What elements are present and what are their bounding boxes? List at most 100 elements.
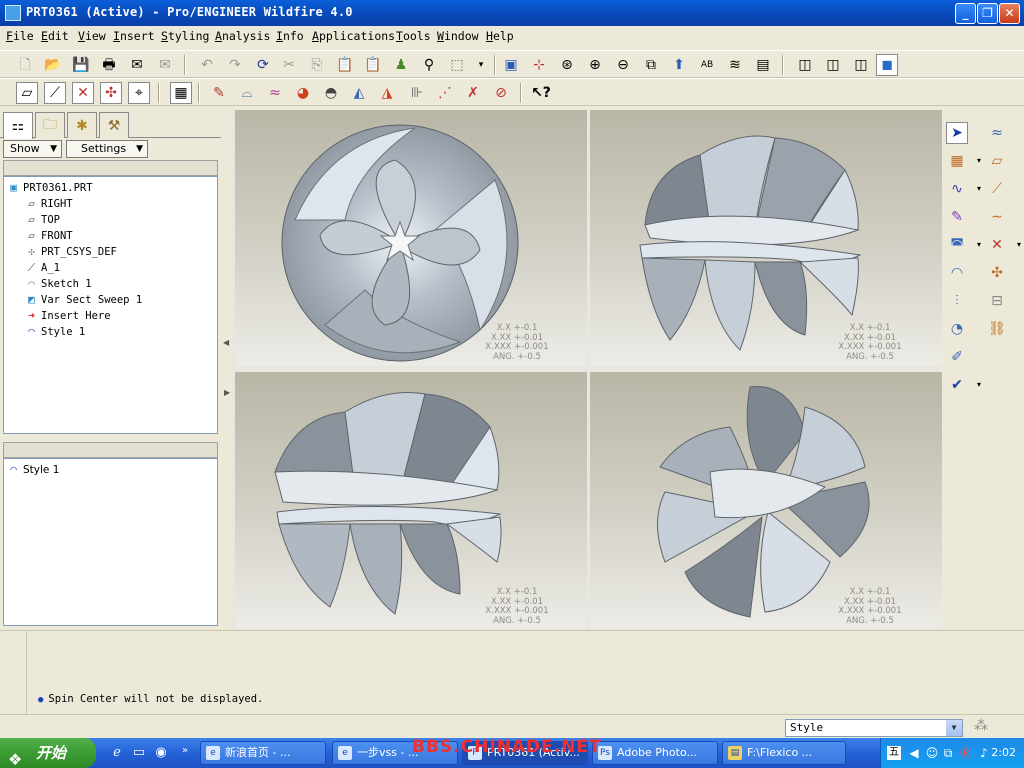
cut-icon[interactable]: ✂ bbox=[278, 54, 300, 76]
repaint-icon[interactable]: ▣ bbox=[500, 54, 522, 76]
paste-icon[interactable]: 📋 bbox=[334, 54, 356, 76]
copy-icon[interactable]: ⎘ bbox=[306, 54, 328, 76]
regenerate-icon[interactable]: ⟳ bbox=[252, 54, 274, 76]
sketch-curve-icon[interactable]: ∼ bbox=[986, 206, 1008, 228]
zoom-out-icon[interactable]: ⊖ bbox=[612, 54, 634, 76]
menu-edit[interactable]: Edit bbox=[41, 29, 69, 43]
edit-curve-icon[interactable]: ✎ bbox=[946, 206, 968, 228]
chevron-down-icon[interactable]: ▾ bbox=[968, 374, 990, 396]
qq-tray-icon[interactable]: ☺ bbox=[925, 746, 939, 760]
surface-edit-icon[interactable]: ≈ bbox=[986, 122, 1008, 144]
active-plane-icon[interactable]: ▦ bbox=[946, 150, 968, 172]
selection-filter[interactable]: Style ▼ bbox=[785, 719, 963, 737]
reorient-icon[interactable]: ⬆ bbox=[668, 54, 690, 76]
datum-points-toggle-icon[interactable]: ✕ bbox=[72, 82, 94, 104]
favorites-icon[interactable]: ✱ bbox=[67, 112, 97, 138]
tree-item-style[interactable]: ◠ Style 1 bbox=[24, 324, 85, 340]
media-quicklaunch-icon[interactable]: ◉ bbox=[152, 745, 170, 763]
menu-applications[interactable]: Applications bbox=[312, 29, 395, 43]
menu-help[interactable]: Help bbox=[486, 29, 514, 43]
slope-analysis-icon[interactable]: ◮ bbox=[376, 82, 398, 104]
save-icon[interactable]: 💾 bbox=[70, 54, 92, 76]
wireframe-icon[interactable]: ◫ bbox=[794, 54, 816, 76]
offset-analysis-icon[interactable]: ≈ bbox=[264, 82, 286, 104]
connect-surface-icon[interactable]: ◠ bbox=[946, 262, 968, 284]
curve-analysis-icon[interactable]: ⋰ bbox=[434, 82, 456, 104]
restore-button[interactable]: ❐ bbox=[977, 3, 998, 24]
antivirus-tray-icon[interactable]: Ⓡ bbox=[959, 746, 973, 760]
tree-item-csys[interactable]: ✣ PRT_CSYS_DEF bbox=[24, 244, 117, 260]
done-checkmark-icon[interactable]: ✔ bbox=[946, 374, 968, 396]
folder-browser-icon[interactable]: 🗀 bbox=[35, 112, 65, 138]
datum-point-icon[interactable]: ✕ bbox=[986, 234, 1008, 256]
datum-csys-icon[interactable]: ✣ bbox=[986, 262, 1008, 284]
settings-dropdown[interactable]: Settings ▼ bbox=[66, 140, 148, 158]
hidden-line-icon[interactable]: ◫ bbox=[822, 54, 844, 76]
taskbar-task[interactable]: e 新浪首页 - ... bbox=[200, 741, 326, 765]
surface-icon[interactable]: ◚ bbox=[946, 234, 968, 256]
trim-surface-icon[interactable]: ⫶ bbox=[946, 290, 968, 312]
menu-styling[interactable]: Styling bbox=[161, 29, 209, 43]
network-tray-icon[interactable]: ⧉ bbox=[941, 746, 955, 760]
datum-planes-toggle-icon[interactable]: ▱ bbox=[16, 82, 38, 104]
view-pane-side[interactable]: X.X +-0.1 X.XX +-0.01 X.XXX +-0.001 ANG.… bbox=[235, 372, 587, 628]
taskbar-task[interactable]: ▤ F:\Flexico ... bbox=[722, 741, 846, 765]
hide-analyses-icon[interactable]: ⊘ bbox=[490, 82, 512, 104]
send-mail-icon[interactable]: ✉ bbox=[126, 54, 148, 76]
curve-from-surface-icon[interactable]: ◔ bbox=[946, 318, 968, 340]
close-button[interactable]: ✕ bbox=[999, 3, 1020, 24]
show-dropdown[interactable]: Show ▼ bbox=[3, 140, 62, 158]
tree-item-part[interactable]: ▣ PRT0361.PRT bbox=[6, 180, 92, 196]
saved-views-icon[interactable]: AB bbox=[696, 54, 718, 76]
create-curve-icon[interactable]: ∿ bbox=[946, 178, 968, 200]
reflection-analysis-icon[interactable]: ◓ bbox=[320, 82, 342, 104]
menu-file[interactable]: File bbox=[6, 29, 34, 43]
layers-icon[interactable]: ≋ bbox=[724, 54, 746, 76]
tree-item-axis[interactable]: ⟋ A_1 bbox=[24, 260, 60, 276]
style-tree-item[interactable]: ◠ Style 1 bbox=[6, 462, 59, 478]
tree-item-sweep[interactable]: ◩ Var Sect Sweep 1 bbox=[24, 292, 142, 308]
datum-axis-icon[interactable]: ⟋ bbox=[986, 178, 1008, 200]
tree-item-insert-here[interactable]: ➜ Insert Here bbox=[24, 308, 110, 324]
menu-view[interactable]: View bbox=[78, 29, 106, 43]
delete-analyses-icon[interactable]: ✗ bbox=[462, 82, 484, 104]
csys-toggle-icon[interactable]: ✣ bbox=[100, 82, 122, 104]
curvature-analysis-icon[interactable]: ✎ bbox=[208, 82, 230, 104]
annotation-toggle-icon[interactable]: ⌖ bbox=[128, 82, 150, 104]
desktop-quicklaunch-icon[interactable]: ▭ bbox=[130, 745, 148, 763]
quicklaunch-expand-icon[interactable]: » bbox=[176, 745, 194, 763]
selection-box-icon[interactable]: ⬚ bbox=[446, 54, 468, 76]
menu-insert[interactable]: Insert bbox=[113, 29, 155, 43]
menu-tools[interactable]: Tools bbox=[396, 29, 431, 43]
view-pane-top[interactable]: X.X +-0.1 X.XX +-0.01 X.XXX +-0.001 ANG.… bbox=[235, 110, 587, 366]
model-player-icon[interactable]: ♟ bbox=[390, 54, 412, 76]
no-hidden-icon[interactable]: ◫ bbox=[850, 54, 872, 76]
internal-plane-icon[interactable]: ▱ bbox=[986, 150, 1008, 172]
shading-icon[interactable]: ◼ bbox=[876, 54, 898, 76]
ime-icon[interactable]: 五 bbox=[887, 746, 901, 760]
menu-info[interactable]: Info bbox=[276, 29, 304, 43]
ie-quicklaunch-icon[interactable]: ℯ bbox=[108, 745, 126, 763]
open-file-icon[interactable]: 📂 bbox=[42, 54, 64, 76]
surface-mesh-icon[interactable]: ✐ bbox=[946, 346, 968, 368]
redo-icon[interactable]: ↷ bbox=[224, 54, 246, 76]
menu-window[interactable]: Window bbox=[437, 29, 479, 43]
draft-analysis-icon[interactable]: ◭ bbox=[348, 82, 370, 104]
context-help-icon[interactable]: ↖? bbox=[530, 82, 552, 104]
volume-tray-icon[interactable]: ♪ bbox=[977, 746, 991, 760]
paste-special-icon[interactable]: 📋 bbox=[362, 54, 384, 76]
model-tree-icon[interactable]: ⚏ bbox=[3, 112, 33, 139]
navigator-sash[interactable]: ◀ ▶ bbox=[221, 110, 232, 630]
view-pane-front[interactable]: X.X +-0.1 X.XX +-0.01 X.XXX +-0.001 ANG.… bbox=[590, 110, 942, 366]
view-manager-icon[interactable]: ▤ bbox=[752, 54, 774, 76]
menu-analysis[interactable]: Analysis bbox=[215, 29, 270, 43]
analysis-feature-icon[interactable]: ⊟ bbox=[986, 290, 1008, 312]
taskbar-task[interactable]: Ps Adobe Photo... bbox=[592, 741, 718, 765]
chevron-down-icon[interactable]: ▼ bbox=[946, 720, 962, 736]
mail-attach-icon[interactable]: ✉ bbox=[154, 54, 176, 76]
datum-axes-toggle-icon[interactable]: ⟋ bbox=[44, 82, 66, 104]
tree-item-top[interactable]: ▱ TOP bbox=[24, 212, 60, 228]
link-icon[interactable]: ⛓ bbox=[986, 318, 1008, 340]
refit-icon[interactable]: ⧉ bbox=[640, 54, 662, 76]
start-button[interactable]: ❖ 开始 bbox=[0, 738, 96, 768]
